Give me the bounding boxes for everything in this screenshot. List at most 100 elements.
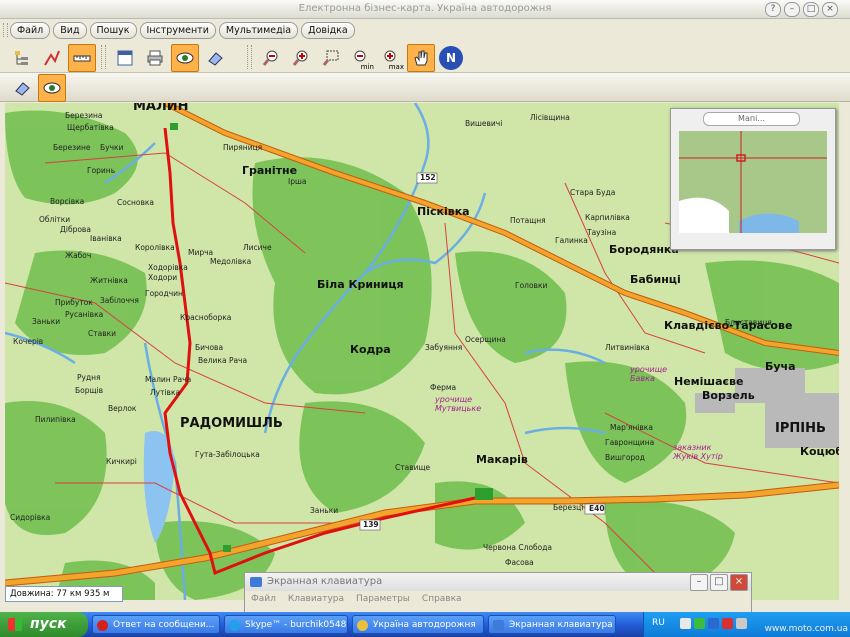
overview-window[interactable]: Мапі... [670, 108, 836, 250]
village-label: Мирча [188, 248, 214, 257]
keyboard-minimize-button[interactable]: – [690, 574, 708, 591]
minimize-window-button[interactable]: – [784, 2, 800, 17]
view-eye-button[interactable] [171, 44, 199, 72]
village-label: Вишевичі [465, 119, 503, 128]
town-borodianka[interactable]: Бородянка [609, 243, 679, 256]
language-indicator[interactable]: RU [652, 618, 665, 628]
zoom-rect-button[interactable] [317, 44, 345, 72]
menubar: Файл Вид Пошук Інструменти Мультимедіа Д… [0, 20, 850, 40]
menu-view[interactable]: Вид [53, 22, 87, 39]
village-label: Горинь [87, 166, 116, 175]
town-piskivka[interactable]: Пісківка [417, 205, 470, 218]
village-label: Карпилівка [585, 213, 630, 222]
town-babyntsi[interactable]: Бабинці [630, 273, 681, 286]
town-vorzel[interactable]: Ворзель [702, 389, 755, 402]
town-bila-krynytsia[interactable]: Біла Криниця [317, 278, 404, 291]
taskbar-item-label: Skype™ - burchik0548 [245, 620, 347, 630]
village-label: Рудня [77, 373, 101, 382]
tray-network-icon[interactable] [708, 618, 719, 629]
menu-help[interactable]: Довідка [301, 22, 355, 39]
eraser-button[interactable] [201, 44, 229, 72]
keyboard-title: Экранная клавиатура [267, 576, 383, 587]
north-orient-button[interactable]: N [439, 46, 463, 70]
print-button[interactable] [141, 44, 169, 72]
tray-alert-icon[interactable] [722, 618, 733, 629]
taskbar-item-keyboard[interactable]: Экранная клавиатура [488, 615, 616, 634]
eraser-button-2[interactable] [8, 74, 36, 102]
opera-icon [97, 620, 108, 631]
zoom-min-button[interactable]: min [347, 44, 375, 72]
village-label: Борщів [75, 386, 104, 395]
window-icon [117, 50, 133, 66]
town-radomyshl[interactable]: РАДОМИШЛЬ [180, 416, 283, 431]
village-label: Блиставиця [725, 318, 772, 327]
ruler-tool-button[interactable] [68, 44, 96, 72]
pan-hand-button[interactable] [407, 44, 435, 72]
start-button[interactable]: пуск [0, 612, 88, 637]
menu-search[interactable]: Пошук [89, 22, 137, 39]
eraser-icon [15, 82, 30, 96]
route-tool-button[interactable] [38, 44, 66, 72]
keyboard-menu-settings[interactable]: Параметры [356, 594, 410, 604]
village-label: Ставище [395, 463, 431, 472]
close-window-button[interactable]: × [822, 2, 838, 17]
taskbar-item-skype[interactable]: Skype™ - burchik0548 [224, 615, 348, 634]
keyboard-maximize-button[interactable]: □ [710, 574, 728, 591]
maximize-window-button[interactable]: □ [803, 2, 819, 17]
secondary-toolbar [0, 73, 850, 102]
town-hranitne[interactable]: Гранітне [242, 164, 297, 177]
village-label: Лісівщина [530, 113, 570, 122]
keyboard-menu-keyboard[interactable]: Клавиатура [288, 594, 344, 604]
poi-label: урочище Бавка [630, 365, 668, 383]
village-label: Іванівка [90, 234, 122, 243]
tray-check-icon[interactable] [694, 618, 705, 629]
village-label: Красноборка [180, 313, 232, 322]
tray-volume-icon[interactable] [736, 618, 747, 629]
zoom-in-button[interactable] [287, 44, 315, 72]
keyboard-menu-file[interactable]: Файл [251, 594, 276, 604]
town-bucha[interactable]: Буча [765, 360, 796, 373]
skype-icon [229, 620, 240, 631]
village-label: Русанівка [65, 310, 104, 319]
village-label: Ворсівка [50, 197, 85, 206]
village-label: Ходорівка [148, 263, 188, 272]
town-kodra[interactable]: Кодра [350, 343, 391, 356]
village-label: Лисиче [243, 243, 272, 252]
road-number-152: 152 [420, 173, 436, 182]
town-irpin[interactable]: ІРПІНЬ [775, 421, 826, 436]
village-label: Таузіна [587, 228, 617, 237]
tray-antivirus-icon[interactable] [680, 618, 691, 629]
zoom-max-button[interactable]: max [377, 44, 405, 72]
zoom-out-icon [262, 50, 278, 66]
layers-tree-button[interactable] [8, 44, 36, 72]
zoom-rect-icon [322, 50, 339, 66]
village-label: Галинка [555, 236, 588, 245]
menubar-grip[interactable] [3, 23, 8, 37]
zoom-out-button[interactable] [257, 44, 285, 72]
taskbar-item-opera[interactable]: Ответ на сообщени... [92, 615, 220, 634]
eye-icon [43, 82, 61, 94]
taskbar-item-map[interactable]: Україна автодорожня [352, 615, 484, 634]
town-nemishaieve[interactable]: Немішаєве [674, 375, 743, 388]
help-window-button[interactable]: ? [765, 2, 781, 17]
view-eye-button-2[interactable] [38, 74, 66, 102]
village-label: Житнівка [90, 276, 128, 285]
village-label: Жабоч [65, 251, 92, 260]
town-makariv[interactable]: Макарів [476, 453, 528, 466]
menu-multimedia[interactable]: Мультимедіа [218, 22, 299, 39]
keyboard-menu-help[interactable]: Справка [422, 594, 462, 604]
zoom-min-label: min [360, 63, 374, 71]
menu-tools[interactable]: Інструменти [139, 22, 216, 39]
road-number-e40: E40 [589, 504, 605, 513]
menu-file[interactable]: Файл [10, 22, 51, 39]
keyboard-close-button[interactable]: × [730, 574, 748, 591]
town-malyn[interactable]: МАЛИН [133, 103, 189, 114]
info-window-button[interactable] [111, 44, 139, 72]
town-kotsiubynske[interactable]: Коцюбі [800, 445, 839, 458]
village-label: Стара Буда [570, 188, 616, 197]
overview-map[interactable] [679, 131, 827, 233]
keyboard-icon [250, 577, 262, 587]
village-label: Медолівка [210, 257, 252, 266]
keyboard-titlebar: Экранная клавиатура – □ × [245, 573, 751, 591]
main-toolbar: min max N [0, 42, 850, 73]
